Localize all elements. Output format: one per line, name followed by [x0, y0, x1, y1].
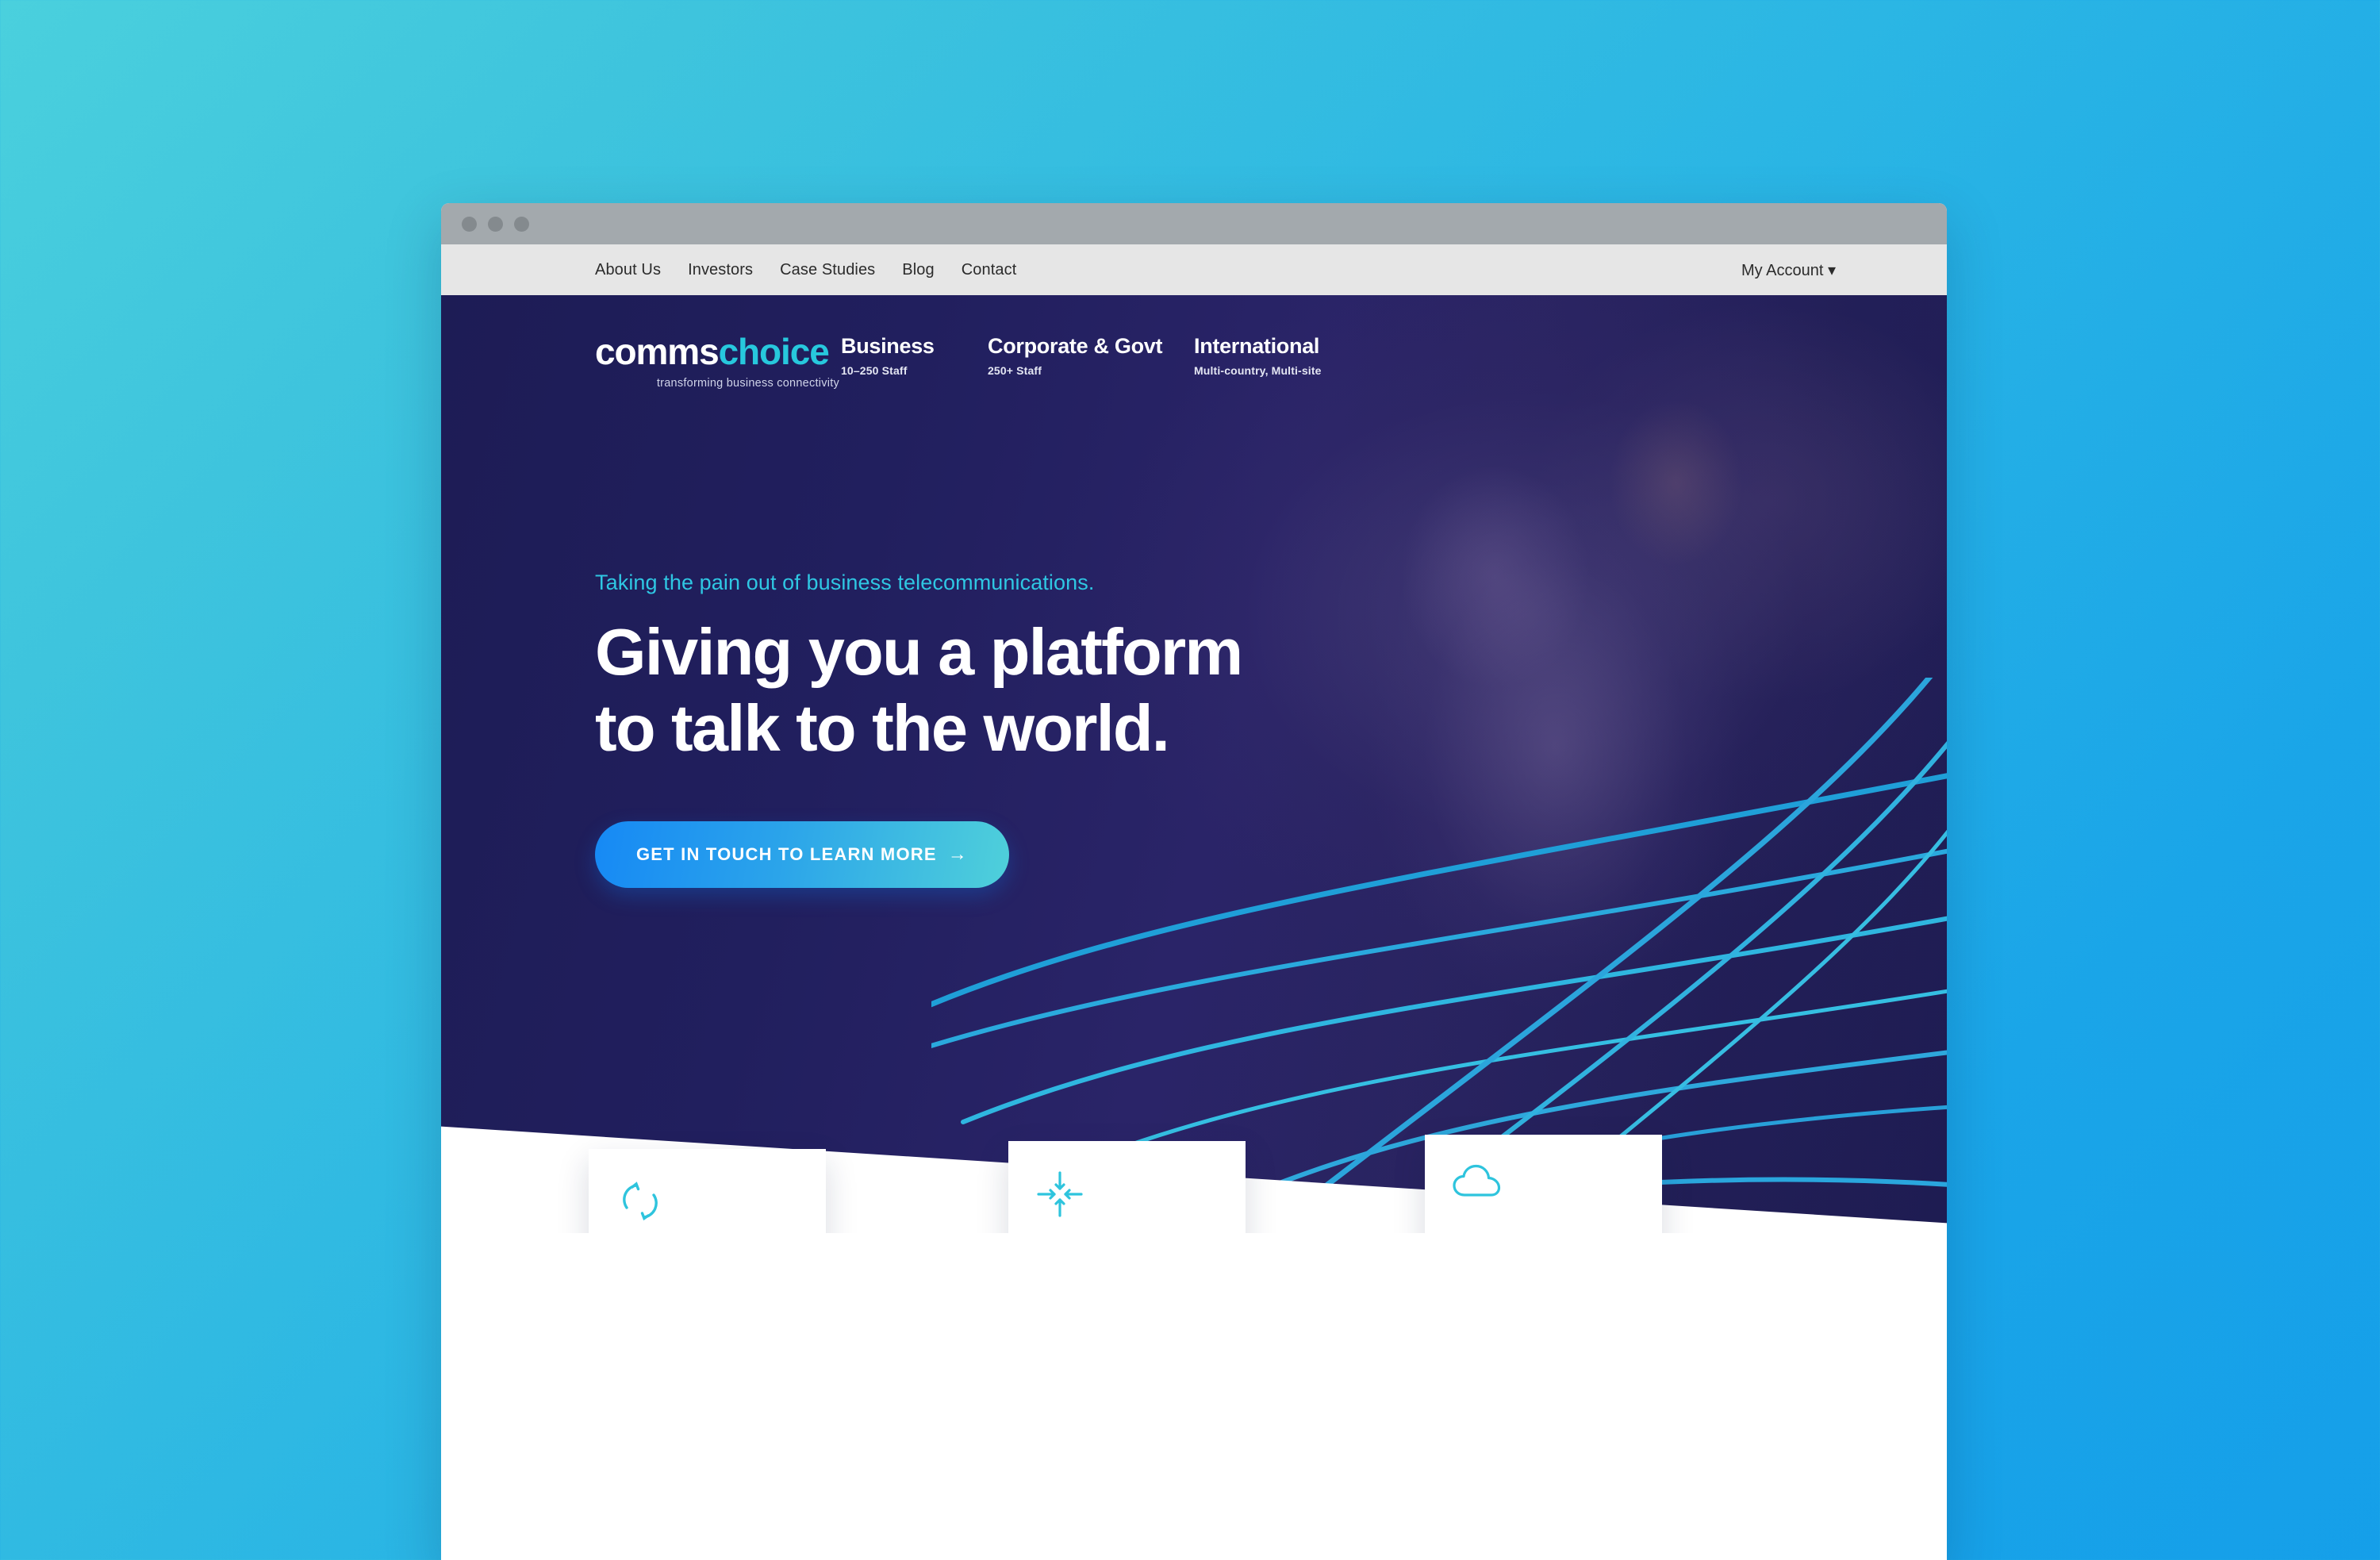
hero-headline-line-2: to talk to the world.	[595, 691, 1170, 766]
logo-word-choice: choice	[718, 331, 830, 372]
page-content-below-hero	[441, 1233, 1947, 1560]
nav-item-international-title: International	[1194, 334, 1320, 358]
nav-item-business-subtitle: 10–250 Staff	[841, 363, 908, 377]
traffic-light-minimize-icon[interactable]	[488, 216, 503, 232]
converge-arrows-icon	[1035, 1170, 1219, 1233]
traffic-light-close-icon[interactable]	[462, 216, 477, 232]
arrow-right-icon: →	[947, 843, 968, 865]
nav-item-international-subtitle: Multi-country, Multi-site	[1194, 363, 1322, 377]
cloud-icon	[1452, 1163, 1635, 1231]
refresh-cycle-icon	[616, 1178, 799, 1233]
get-in-touch-button[interactable]: GET IN TOUCH TO LEARN MORE →	[595, 820, 1009, 888]
traffic-light-maximize-icon[interactable]	[514, 216, 529, 232]
utility-links-group: About Us Investors Case Studies Blog Con…	[595, 261, 1016, 279]
nav-item-international[interactable]: International Multi-country, Multi-site	[1194, 334, 1353, 377]
nav-item-corporate-govt-title: Corporate & Govt	[988, 334, 1163, 358]
nav-item-corporate-govt-subtitle: 250+ Staff	[988, 363, 1042, 377]
hero-section: commschoice transforming business connec…	[441, 295, 1947, 1233]
hero-headline-line-1: Giving you a platform	[595, 615, 1243, 689]
service-card-commsassure[interactable]: Quality Data & Voice CommsAssure The sea…	[589, 1149, 826, 1233]
my-account-dropdown[interactable]: My Account ▾	[1741, 260, 1836, 280]
hero-eyebrow: Taking the pain out of business telecomm…	[595, 571, 1095, 594]
service-card-commsmobilise[interactable]: Total Mobility Management CommsMobilise …	[1008, 1141, 1246, 1233]
service-card-commsconnect[interactable]: Advanced Communications CommsConnect The…	[1425, 1135, 1662, 1233]
utility-link-contact[interactable]: Contact	[962, 261, 1017, 279]
browser-titlebar	[441, 203, 1947, 244]
primary-navigation: Business 10–250 Staff Corporate & Govt 2…	[841, 325, 1353, 377]
hero-headline: Giving you a platform to talk to the wor…	[595, 614, 1947, 767]
nav-item-business[interactable]: Business 10–250 Staff	[841, 334, 988, 377]
utility-link-about-us[interactable]: About Us	[595, 261, 661, 279]
utility-link-blog[interactable]: Blog	[902, 261, 934, 279]
browser-window-mockup: About Us Investors Case Studies Blog Con…	[441, 203, 1947, 1560]
logo-tagline: transforming business connectivity	[656, 377, 839, 390]
site-header: commschoice transforming business connec…	[595, 295, 1947, 390]
utility-navigation-bar: About Us Investors Case Studies Blog Con…	[441, 244, 1947, 295]
hero-content: commschoice transforming business connec…	[441, 295, 1947, 888]
nav-item-business-title: Business	[841, 334, 935, 358]
get-in-touch-button-label: GET IN TOUCH TO LEARN MORE	[636, 843, 937, 864]
logo-word-comms: comms	[595, 331, 720, 372]
utility-link-case-studies[interactable]: Case Studies	[780, 261, 875, 279]
site-logo[interactable]: commschoice transforming business connec…	[595, 325, 841, 390]
utility-link-investors[interactable]: Investors	[688, 261, 753, 279]
nav-item-corporate-govt[interactable]: Corporate & Govt 250+ Staff	[988, 334, 1194, 377]
logo-wordmark: commschoice	[595, 333, 841, 370]
